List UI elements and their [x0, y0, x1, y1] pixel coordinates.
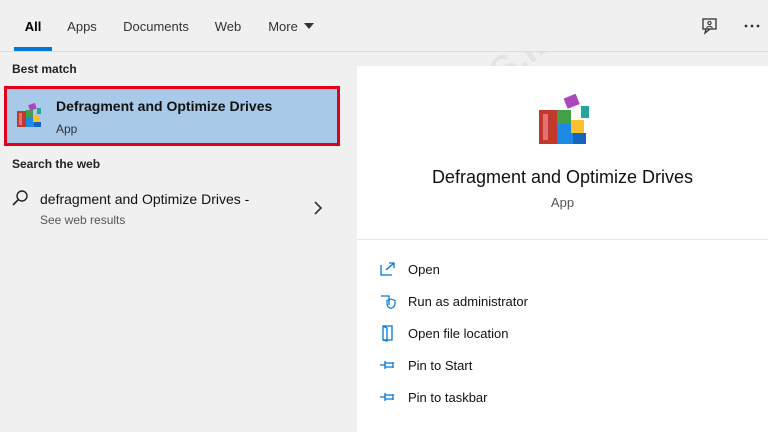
- pin-icon: [380, 393, 394, 401]
- folder-icon: [382, 325, 393, 342]
- action-pin-to-start-label: Pin to Start: [408, 358, 473, 373]
- best-match-subtitle: App: [56, 122, 78, 136]
- best-match-heading: Best match: [12, 62, 77, 76]
- action-open[interactable]: Open: [357, 254, 768, 286]
- pin-icon: [380, 361, 394, 369]
- tab-documents[interactable]: Documents: [116, 0, 196, 52]
- tab-apps-label: Apps: [67, 18, 97, 34]
- open-icon: [380, 262, 395, 276]
- action-pin-to-start[interactable]: Pin to Start: [357, 350, 768, 382]
- search-web-heading: Search the web: [12, 157, 101, 171]
- tab-web[interactable]: Web: [208, 0, 248, 52]
- feedback-button[interactable]: [698, 14, 722, 38]
- detail-subtitle: App: [550, 195, 575, 210]
- action-pin-to-taskbar-label: Pin to taskbar: [408, 390, 488, 405]
- search-icon: [12, 190, 28, 206]
- results-list: Best match Defragment and Optimize Drive…: [0, 52, 344, 432]
- ellipsis-icon: [744, 24, 760, 28]
- action-open-label: Open: [408, 262, 440, 277]
- detail-title: Defragment and Optimize Drives: [431, 167, 694, 187]
- tab-all[interactable]: All: [14, 0, 52, 52]
- tab-web-label: Web: [214, 18, 242, 34]
- defrag-app-icon: [539, 93, 589, 144]
- web-search-subtitle: See web results: [40, 213, 126, 227]
- shield-icon: [381, 295, 396, 310]
- divider: [357, 239, 768, 240]
- result-details-pane: Defragment and Optimize Drives App Open …: [357, 66, 768, 432]
- more-options-button[interactable]: [740, 14, 764, 38]
- action-open-file-location-label: Open file location: [408, 326, 509, 341]
- active-tab-indicator: [14, 47, 52, 51]
- chevron-down-icon: [303, 23, 314, 29]
- tab-documents-label: Documents: [123, 18, 189, 34]
- defrag-app-icon: [17, 102, 41, 127]
- chevron-right-icon[interactable]: [313, 201, 323, 215]
- tab-all-label: All: [24, 18, 42, 34]
- best-match-result[interactable]: Defragment and Optimize Drives App: [4, 86, 340, 146]
- action-pin-to-taskbar[interactable]: Pin to taskbar: [357, 382, 768, 414]
- tab-more-label: More: [268, 18, 298, 34]
- action-run-as-administrator-label: Run as administrator: [408, 294, 528, 309]
- action-run-as-administrator[interactable]: Run as administrator: [357, 286, 768, 318]
- action-open-file-location[interactable]: Open file location: [357, 318, 768, 350]
- web-search-query: defragment and Optimize Drives -: [40, 191, 250, 207]
- best-match-title: Defragment and Optimize Drives: [56, 98, 273, 114]
- tab-apps[interactable]: Apps: [60, 0, 104, 52]
- feedback-icon: [702, 18, 717, 35]
- web-search-result[interactable]: defragment and Optimize Drives - See web…: [0, 180, 344, 234]
- search-tab-bar: All Apps Documents Web More: [0, 0, 768, 52]
- tab-more[interactable]: More: [262, 0, 320, 52]
